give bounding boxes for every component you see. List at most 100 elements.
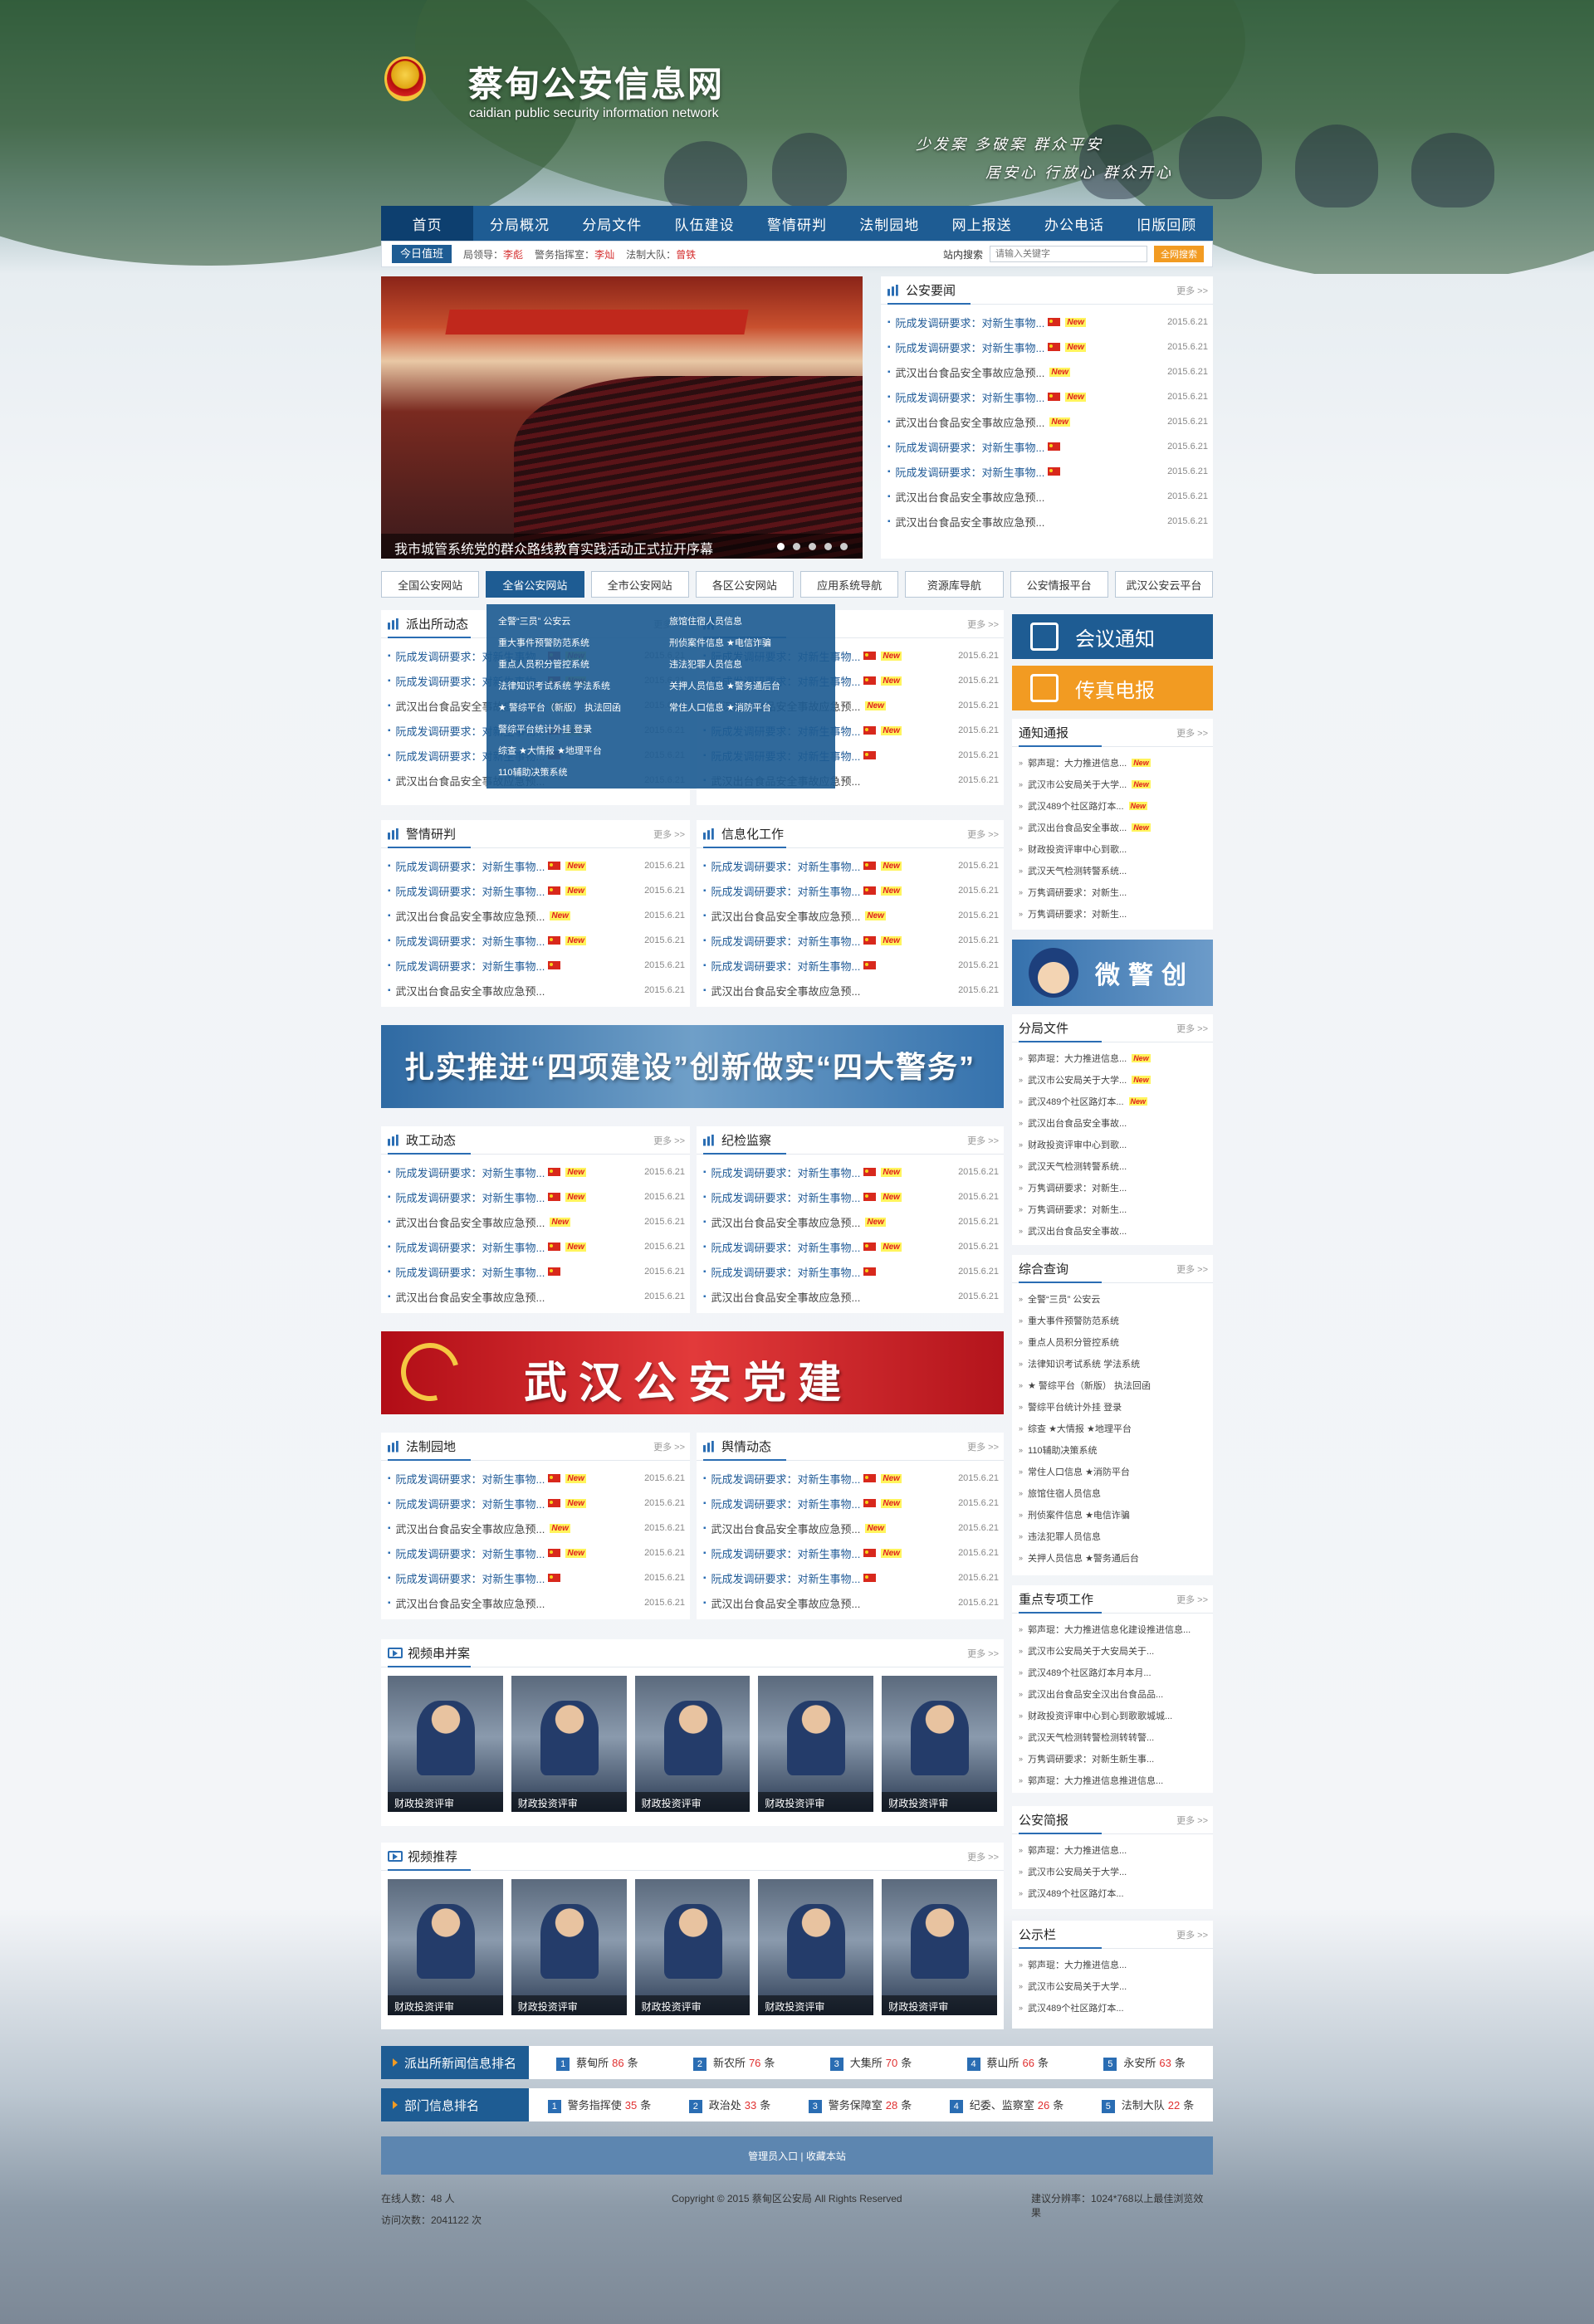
news-title[interactable]: 阮成发调研要求：对新生事物... <box>396 1189 545 1205</box>
video-thumbnail[interactable]: 财政投资评审 <box>511 1676 627 1812</box>
more-link[interactable]: 更多 >> <box>1176 1814 1208 1827</box>
list-item[interactable]: » 武汉天气检测转警系统... <box>1019 860 1208 881</box>
item-title[interactable]: 武汉市公安局关于大学... <box>1028 1865 1127 1878</box>
news-title[interactable]: 武汉出台食品安全事故应急预... <box>711 908 861 924</box>
item-title[interactable]: ★ 警综平台（新版） 执法回函 <box>1028 1379 1151 1392</box>
news-title[interactable]: 阮成发调研要求：对新生事物... <box>896 389 1045 405</box>
list-item[interactable]: » 郭声琨：大力推进信息... <box>1019 1839 1208 1861</box>
list-item[interactable]: » 武汉489个社区路灯本... New <box>1019 795 1208 817</box>
more-link[interactable]: 更多 >> <box>967 1647 999 1660</box>
four-construction-banner[interactable]: 扎实推进“四项建设”创新做实“四大警务” <box>381 1025 1004 1108</box>
news-title[interactable]: 阮成发调研要求：对新生事物... <box>711 1239 861 1255</box>
list-item[interactable]: ▪ 武汉出台食品安全事故应急预... New 2015.6.21 <box>887 409 1208 434</box>
list-item[interactable]: ▪ 阮成发调研要求：对新生事物... 2015.6.21 <box>703 953 999 978</box>
ranking-item[interactable]: 3 大集所 70 条 <box>829 2054 912 2071</box>
list-item[interactable]: » 郭声琨：大力推进信息推进信息... <box>1019 1770 1208 1791</box>
item-title[interactable]: 财政投资评审中心到歌... <box>1028 842 1127 856</box>
list-item[interactable]: » 武汉489个社区路灯本月本月... <box>1019 1662 1208 1683</box>
news-title[interactable]: 武汉出台食品安全事故应急预... <box>396 1521 545 1536</box>
item-title[interactable]: 武汉489个社区路灯本... <box>1028 2001 1124 2014</box>
news-title[interactable]: 阮成发调研要求：对新生事物... <box>396 933 545 949</box>
news-title[interactable]: 武汉出台食品安全事故应急预... <box>711 1595 861 1611</box>
video-thumbnail[interactable]: 财政投资评审 <box>758 1879 874 2015</box>
list-item[interactable]: » 关押人员信息 ★警务通后台 <box>1019 1547 1208 1569</box>
item-title[interactable]: 郭声琨：大力推进信息... <box>1028 1052 1127 1065</box>
item-title[interactable]: 重点人员积分管控系统 <box>1028 1335 1119 1349</box>
item-title[interactable]: 常住人口信息 ★消防平台 <box>1028 1465 1130 1478</box>
search-input[interactable] <box>990 246 1147 262</box>
item-title[interactable]: 警综平台统计外挂 登录 <box>1028 1400 1122 1413</box>
list-item[interactable]: » 武汉天气检测转警检测转转警... <box>1019 1726 1208 1748</box>
more-link[interactable]: 更多 >> <box>1176 1928 1208 1941</box>
dropdown-item[interactable]: 110辅助决策系统 <box>498 762 653 784</box>
list-item[interactable]: ▪ 武汉出台食品安全事故应急预... 2015.6.21 <box>703 1590 999 1615</box>
list-item[interactable]: ▪ 阮成发调研要求：对新生事物... 2015.6.21 <box>703 1259 999 1284</box>
list-item[interactable]: » 财政投资评审中心到歌... <box>1019 1134 1208 1155</box>
item-title[interactable]: 武汉市公安局关于大学... <box>1028 1980 1127 1993</box>
tab-cloud[interactable]: 武汉公安云平台 <box>1114 571 1213 598</box>
list-item[interactable]: » 综查 ★大情报 ★地理平台 <box>1019 1418 1208 1439</box>
nav-documents[interactable]: 分局文件 <box>566 206 658 241</box>
news-title[interactable]: 阮成发调研要求：对新生事物... <box>711 858 861 874</box>
list-item[interactable]: ▪ 武汉出台食品安全事故应急预... New 2015.6.21 <box>703 1209 999 1234</box>
item-title[interactable]: 财政投资评审中心到心到歌歌城城... <box>1028 1709 1172 1722</box>
news-title[interactable]: 阮成发调研要求：对新生事物... <box>396 1496 545 1511</box>
more-link[interactable]: 更多 >> <box>967 1440 999 1453</box>
news-title[interactable]: 阮成发调研要求：对新生事物... <box>396 1471 545 1487</box>
item-title[interactable]: 武汉出台食品安全事故... <box>1028 1116 1127 1130</box>
slide-dot[interactable] <box>840 543 848 550</box>
news-title[interactable]: 阮成发调研要求：对新生事物... <box>711 933 861 949</box>
slide-dot[interactable] <box>809 543 816 550</box>
list-item[interactable]: ▪ 阮成发调研要求：对新生事物... New 2015.6.21 <box>887 310 1208 334</box>
item-title[interactable]: 旅馆住宿人员信息 <box>1028 1487 1101 1500</box>
party-building-banner[interactable]: 武汉公安党建 <box>381 1331 1004 1414</box>
list-item[interactable]: » 财政投资评审中心到心到歌歌城城... <box>1019 1705 1208 1726</box>
dropdown-item[interactable]: 警综平台统计外挂 登录 <box>498 719 653 740</box>
video-thumbnail[interactable]: 财政投资评审 <box>634 1879 751 2015</box>
list-item[interactable]: ▪ 阮成发调研要求：对新生事物... New 2015.6.21 <box>703 1491 999 1516</box>
list-item[interactable]: ▪ 阮成发调研要求：对新生事物... New 2015.6.21 <box>703 928 999 953</box>
item-title[interactable]: 武汉市公安局关于大学... <box>1028 778 1127 791</box>
police-emblem-logo[interactable] <box>384 56 426 101</box>
news-title[interactable]: 武汉出台食品安全事故应急预... <box>396 1595 545 1611</box>
item-title[interactable]: 违法犯罪人员信息 <box>1028 1530 1101 1543</box>
list-item[interactable]: » 重点人员积分管控系统 <box>1019 1331 1208 1353</box>
list-item[interactable]: » 违法犯罪人员信息 <box>1019 1526 1208 1547</box>
video-thumbnail[interactable]: 财政投资评审 <box>882 1676 997 1812</box>
news-title[interactable]: 阮成发调研要求：对新生事物... <box>711 958 861 974</box>
news-title[interactable]: 武汉出台食品安全事故应急预... <box>396 908 545 924</box>
item-title[interactable]: 郭声琨：大力推进信息化建设推进信息... <box>1028 1623 1191 1636</box>
video-thumbnail[interactable]: 财政投资评审 <box>511 1879 627 2015</box>
list-item[interactable]: » 常住人口信息 ★消防平台 <box>1019 1461 1208 1482</box>
list-item[interactable]: » 武汉天气检测转警系统... <box>1019 1155 1208 1177</box>
list-item[interactable]: » 武汉市公安局关于大学... New <box>1019 774 1208 795</box>
slide-dot[interactable] <box>777 543 785 550</box>
ranking-item[interactable]: 5 永安所 63 条 <box>1103 2054 1186 2071</box>
item-title[interactable]: 武汉天气检测转警系统... <box>1028 1160 1127 1173</box>
item-title[interactable]: 武汉天气检测转警系统... <box>1028 864 1127 877</box>
list-item[interactable]: » 万隽调研要求：对新生... <box>1019 1199 1208 1220</box>
list-item[interactable]: ▪ 武汉出台食品安全事故应急预... New 2015.6.21 <box>388 1516 685 1540</box>
news-title[interactable]: 武汉出台食品安全事故应急预... <box>896 489 1045 505</box>
news-title[interactable]: 阮成发调研要求：对新生事物... <box>711 1471 861 1487</box>
meeting-notice-button[interactable]: 会议通知 <box>1012 614 1213 659</box>
list-item[interactable]: » 法律知识考试系统 学法系统 <box>1019 1353 1208 1374</box>
item-title[interactable]: 万隽调研要求：对新生... <box>1028 886 1127 899</box>
item-title[interactable]: 110辅助决策系统 <box>1028 1443 1098 1457</box>
ranking-item[interactable]: 5 法制大队 22 条 <box>1101 2097 1194 2113</box>
tab-province[interactable]: 全省公安网站 <box>486 571 584 598</box>
item-title[interactable]: 综查 ★大情报 ★地理平台 <box>1028 1422 1132 1435</box>
list-item[interactable]: ▪ 阮成发调研要求：对新生事物... 2015.6.21 <box>388 1565 685 1590</box>
item-title[interactable]: 重大事件预警防范系统 <box>1028 1314 1119 1327</box>
list-item[interactable]: ▪ 阮成发调研要求：对新生事物... New 2015.6.21 <box>703 878 999 903</box>
list-item[interactable]: » 重大事件预警防范系统 <box>1019 1310 1208 1331</box>
list-item[interactable]: ▪ 武汉出台食品安全事故应急预... 2015.6.21 <box>388 1590 685 1615</box>
dropdown-item[interactable]: 重点人员积分管控系统 <box>498 654 653 676</box>
video-thumbnail[interactable]: 财政投资评审 <box>388 1879 503 2015</box>
list-item[interactable]: » 武汉市公安局关于大学... <box>1019 1975 1208 1997</box>
list-item[interactable]: » 郭声琨：大力推进信息... <box>1019 1954 1208 1975</box>
news-title[interactable]: 阮成发调研要求：对新生事物... <box>711 1264 861 1280</box>
tab-apps[interactable]: 应用系统导航 <box>800 571 899 598</box>
item-title[interactable]: 全警“三员” 公安云 <box>1028 1292 1100 1306</box>
item-title[interactable]: 财政投资评审中心到歌... <box>1028 1138 1127 1151</box>
